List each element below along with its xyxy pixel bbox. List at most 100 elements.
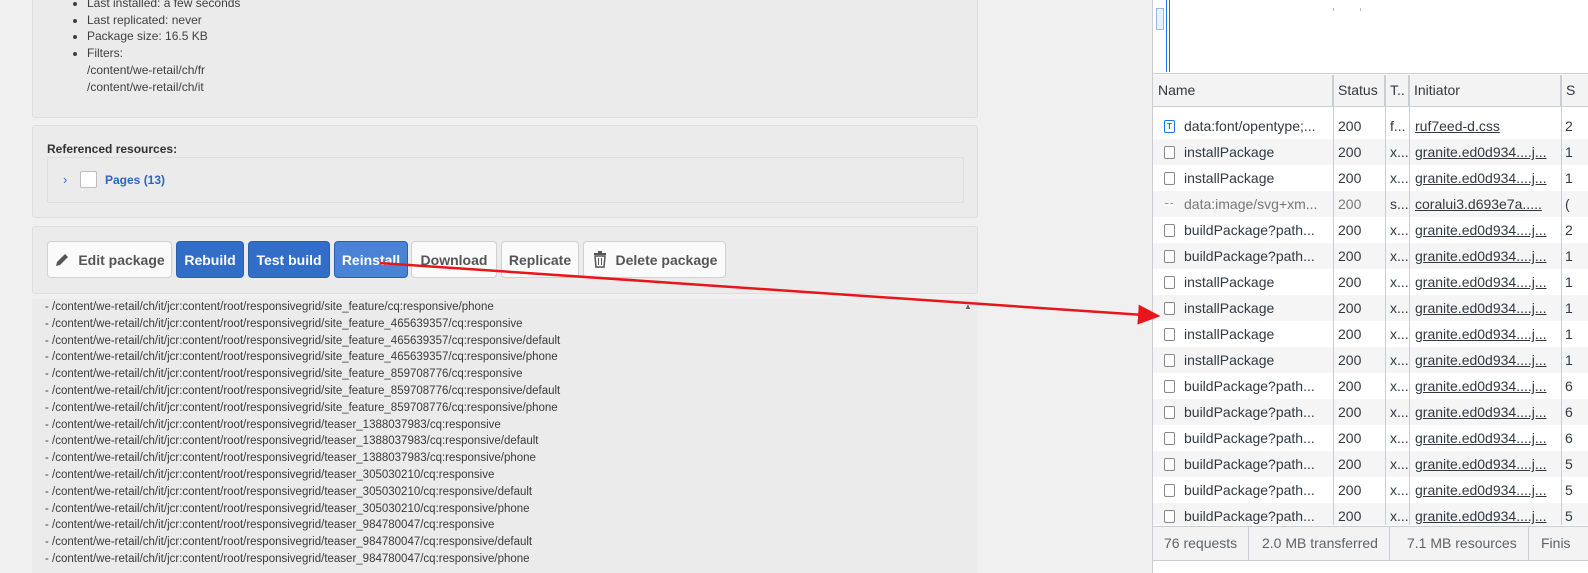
activity-log: - /content/we-retail/ch/it/jcr:content/r… <box>32 299 978 573</box>
rebuild-button[interactable]: Rebuild <box>176 241 244 278</box>
resources-size: 7.1 MB resources <box>1396 527 1529 560</box>
table-row[interactable]: buildPackage?path... 200 x... granite.ed0d9… <box>1153 217 1588 243</box>
size-cell: 1 <box>1565 248 1573 264</box>
type-cell: x... <box>1390 404 1409 420</box>
load-line <box>1169 0 1170 72</box>
delete-package-label: Delete package <box>615 251 718 268</box>
type-cell: f... <box>1390 118 1406 134</box>
initiator-link[interactable]: ruf7eed-d.css <box>1409 113 1561 139</box>
type-cell: x... <box>1390 144 1409 160</box>
name-cell: buildPackage?path... <box>1184 456 1315 472</box>
log-line: - /content/we-retail/ch/it/jcr:content/r… <box>45 536 533 549</box>
table-row[interactable]: buildPackage?path... 200 x... granite.ed0d9… <box>1153 451 1588 477</box>
filter-path: /content/we-retail/ch/fr <box>87 62 206 77</box>
filters-heading: Filters: <box>87 46 123 61</box>
initiator-link[interactable]: granite.ed0d934....j... <box>1409 165 1561 191</box>
initiator-link[interactable]: granite.ed0d934....j... <box>1409 269 1561 295</box>
initiator-link[interactable]: granite.ed0d934....j... <box>1409 373 1561 399</box>
scroll-up-icon[interactable]: ▲ <box>964 302 972 311</box>
table-row[interactable]: buildPackage?path... 200 x... granite.ed0d9… <box>1153 425 1588 451</box>
pencil-icon <box>56 253 69 266</box>
test-build-button[interactable]: Test build <box>248 241 330 278</box>
name-cell: buildPackage?path... <box>1184 404 1315 420</box>
name-cell: installPackage <box>1184 274 1275 290</box>
table-row[interactable]: buildPackage?path... 200 x... granite.ed0d9… <box>1153 399 1588 425</box>
initiator-link[interactable]: coralui3.d693e7a..... <box>1409 191 1561 217</box>
size-cell: 1 <box>1565 170 1573 186</box>
log-line: - /content/we-retail/ch/it/jcr:content/r… <box>45 418 501 431</box>
table-row[interactable]: buildPackage?path... 200 x... granite.ed0d9… <box>1153 373 1588 399</box>
last-installed: Last installed: a few seconds <box>87 0 977 12</box>
table-row[interactable]: installPackage 200 x... granite.ed0d934....… <box>1153 347 1588 373</box>
overview-tick <box>1360 8 1361 11</box>
log-line: - /content/we-retail/ch/it/jcr:content/r… <box>45 334 561 347</box>
pages-checkbox[interactable] <box>80 171 97 188</box>
initiator-link[interactable]: granite.ed0d934....j... <box>1409 295 1561 321</box>
column-initiator[interactable]: Initiator <box>1409 75 1561 107</box>
replicate-label: Replicate <box>508 251 572 268</box>
size-cell: 2 <box>1565 222 1573 238</box>
initiator-link[interactable]: granite.ed0d934....j... <box>1409 347 1561 373</box>
table-row[interactable]: buildPackage?path... 200 x... granite.ed0d9… <box>1153 477 1588 503</box>
status-cell: 200 <box>1338 326 1362 342</box>
table-row[interactable]: buildPackage?path... 200 x... granite.ed0d9… <box>1153 503 1588 525</box>
initiator-link[interactable]: granite.ed0d934....j... <box>1409 477 1561 503</box>
chevron-right-icon[interactable]: › <box>63 172 67 187</box>
column-name[interactable]: Name <box>1153 75 1333 107</box>
type-cell: x... <box>1390 352 1409 368</box>
reinstall-button[interactable]: Reinstall <box>334 241 408 278</box>
table-row[interactable]: installPackage 200 x... granite.ed0d934....… <box>1153 321 1588 347</box>
table-row[interactable]: buildPackage?path... 200 x... granite.ed0d9… <box>1153 243 1588 269</box>
log-line: - /content/we-retail/ch/it/jcr:content/r… <box>45 301 494 313</box>
table-row[interactable]: installPackage 200 x... granite.ed0d934....… <box>1153 269 1588 295</box>
pages-link[interactable]: Pages (13) <box>105 173 165 187</box>
status-cell: 200 <box>1338 508 1362 524</box>
column-status[interactable]: Status <box>1333 75 1385 107</box>
column-divider <box>1409 75 1410 525</box>
initiator-link[interactable]: granite.ed0d934....j... <box>1409 399 1561 425</box>
size-cell: 5 <box>1565 456 1573 472</box>
delete-package-button[interactable]: Delete package <box>583 241 726 278</box>
column-size[interactable]: S <box>1561 75 1588 107</box>
type-cell: x... <box>1390 222 1409 238</box>
initiator-link[interactable]: granite.ed0d934....j... <box>1409 321 1561 347</box>
name-cell: installPackage <box>1184 326 1275 342</box>
download-button[interactable]: Download <box>411 241 497 278</box>
referenced-resources-panel: Referenced resources: › Pages (13) <box>32 125 978 218</box>
type-cell: x... <box>1390 170 1409 186</box>
initiator-link[interactable]: granite.ed0d934....j... <box>1409 217 1561 243</box>
table-row[interactable]: installPackage 200 x... granite.ed0d934....… <box>1153 139 1588 165</box>
status-cell: 200 <box>1338 378 1362 394</box>
status-cell: 200 <box>1338 248 1362 264</box>
pages-accordion[interactable]: › Pages (13) <box>47 157 964 203</box>
name-cell: installPackage <box>1184 144 1275 160</box>
filter-path: /content/we-retail/ch/it <box>87 79 204 94</box>
status-cell: 200 <box>1338 456 1362 472</box>
size-cell: 2 <box>1565 118 1573 134</box>
size-cell: 6 <box>1565 430 1573 446</box>
edit-package-button[interactable]: Edit package <box>47 241 172 278</box>
initiator-link[interactable]: granite.ed0d934....j... <box>1409 425 1561 451</box>
status-cell: 200 <box>1338 144 1362 160</box>
initiator-link[interactable]: granite.ed0d934....j... <box>1409 139 1561 165</box>
size-cell: 1 <box>1565 300 1573 316</box>
reinstall-label: Reinstall <box>341 251 401 268</box>
status-cell: 200 <box>1338 300 1362 316</box>
initiator-link[interactable]: granite.ed0d934....j... <box>1409 503 1561 525</box>
log-line: - /content/we-retail/ch/it/jcr:content/r… <box>45 485 533 498</box>
initiator-link[interactable]: granite.ed0d934....j... <box>1409 243 1561 269</box>
type-cell: x... <box>1390 300 1409 316</box>
status-cell: 200 <box>1338 170 1362 186</box>
bottom-strip <box>1153 560 1588 573</box>
table-row[interactable]: installPackage 200 x... granite.ed0d934....… <box>1153 295 1588 321</box>
size-cell: ( <box>1565 196 1570 212</box>
replicate-button[interactable]: Replicate <box>501 241 579 278</box>
last-replicated: Last replicated: never <box>87 12 977 29</box>
initiator-link[interactable]: granite.ed0d934....j... <box>1409 451 1561 477</box>
table-row[interactable]: data:image/svg+xm... 200 s... coralui3.d693… <box>1153 191 1588 217</box>
table-row[interactable]: Tdata:font/opentype;... 200 f... ruf7eed-d.… <box>1153 113 1588 139</box>
type-cell: x... <box>1390 274 1409 290</box>
log-line: - /content/we-retail/ch/it/jcr:content/r… <box>45 452 536 465</box>
column-type[interactable]: T.. <box>1385 75 1409 107</box>
table-row[interactable]: installPackage 200 x... granite.ed0d934....… <box>1153 165 1588 191</box>
